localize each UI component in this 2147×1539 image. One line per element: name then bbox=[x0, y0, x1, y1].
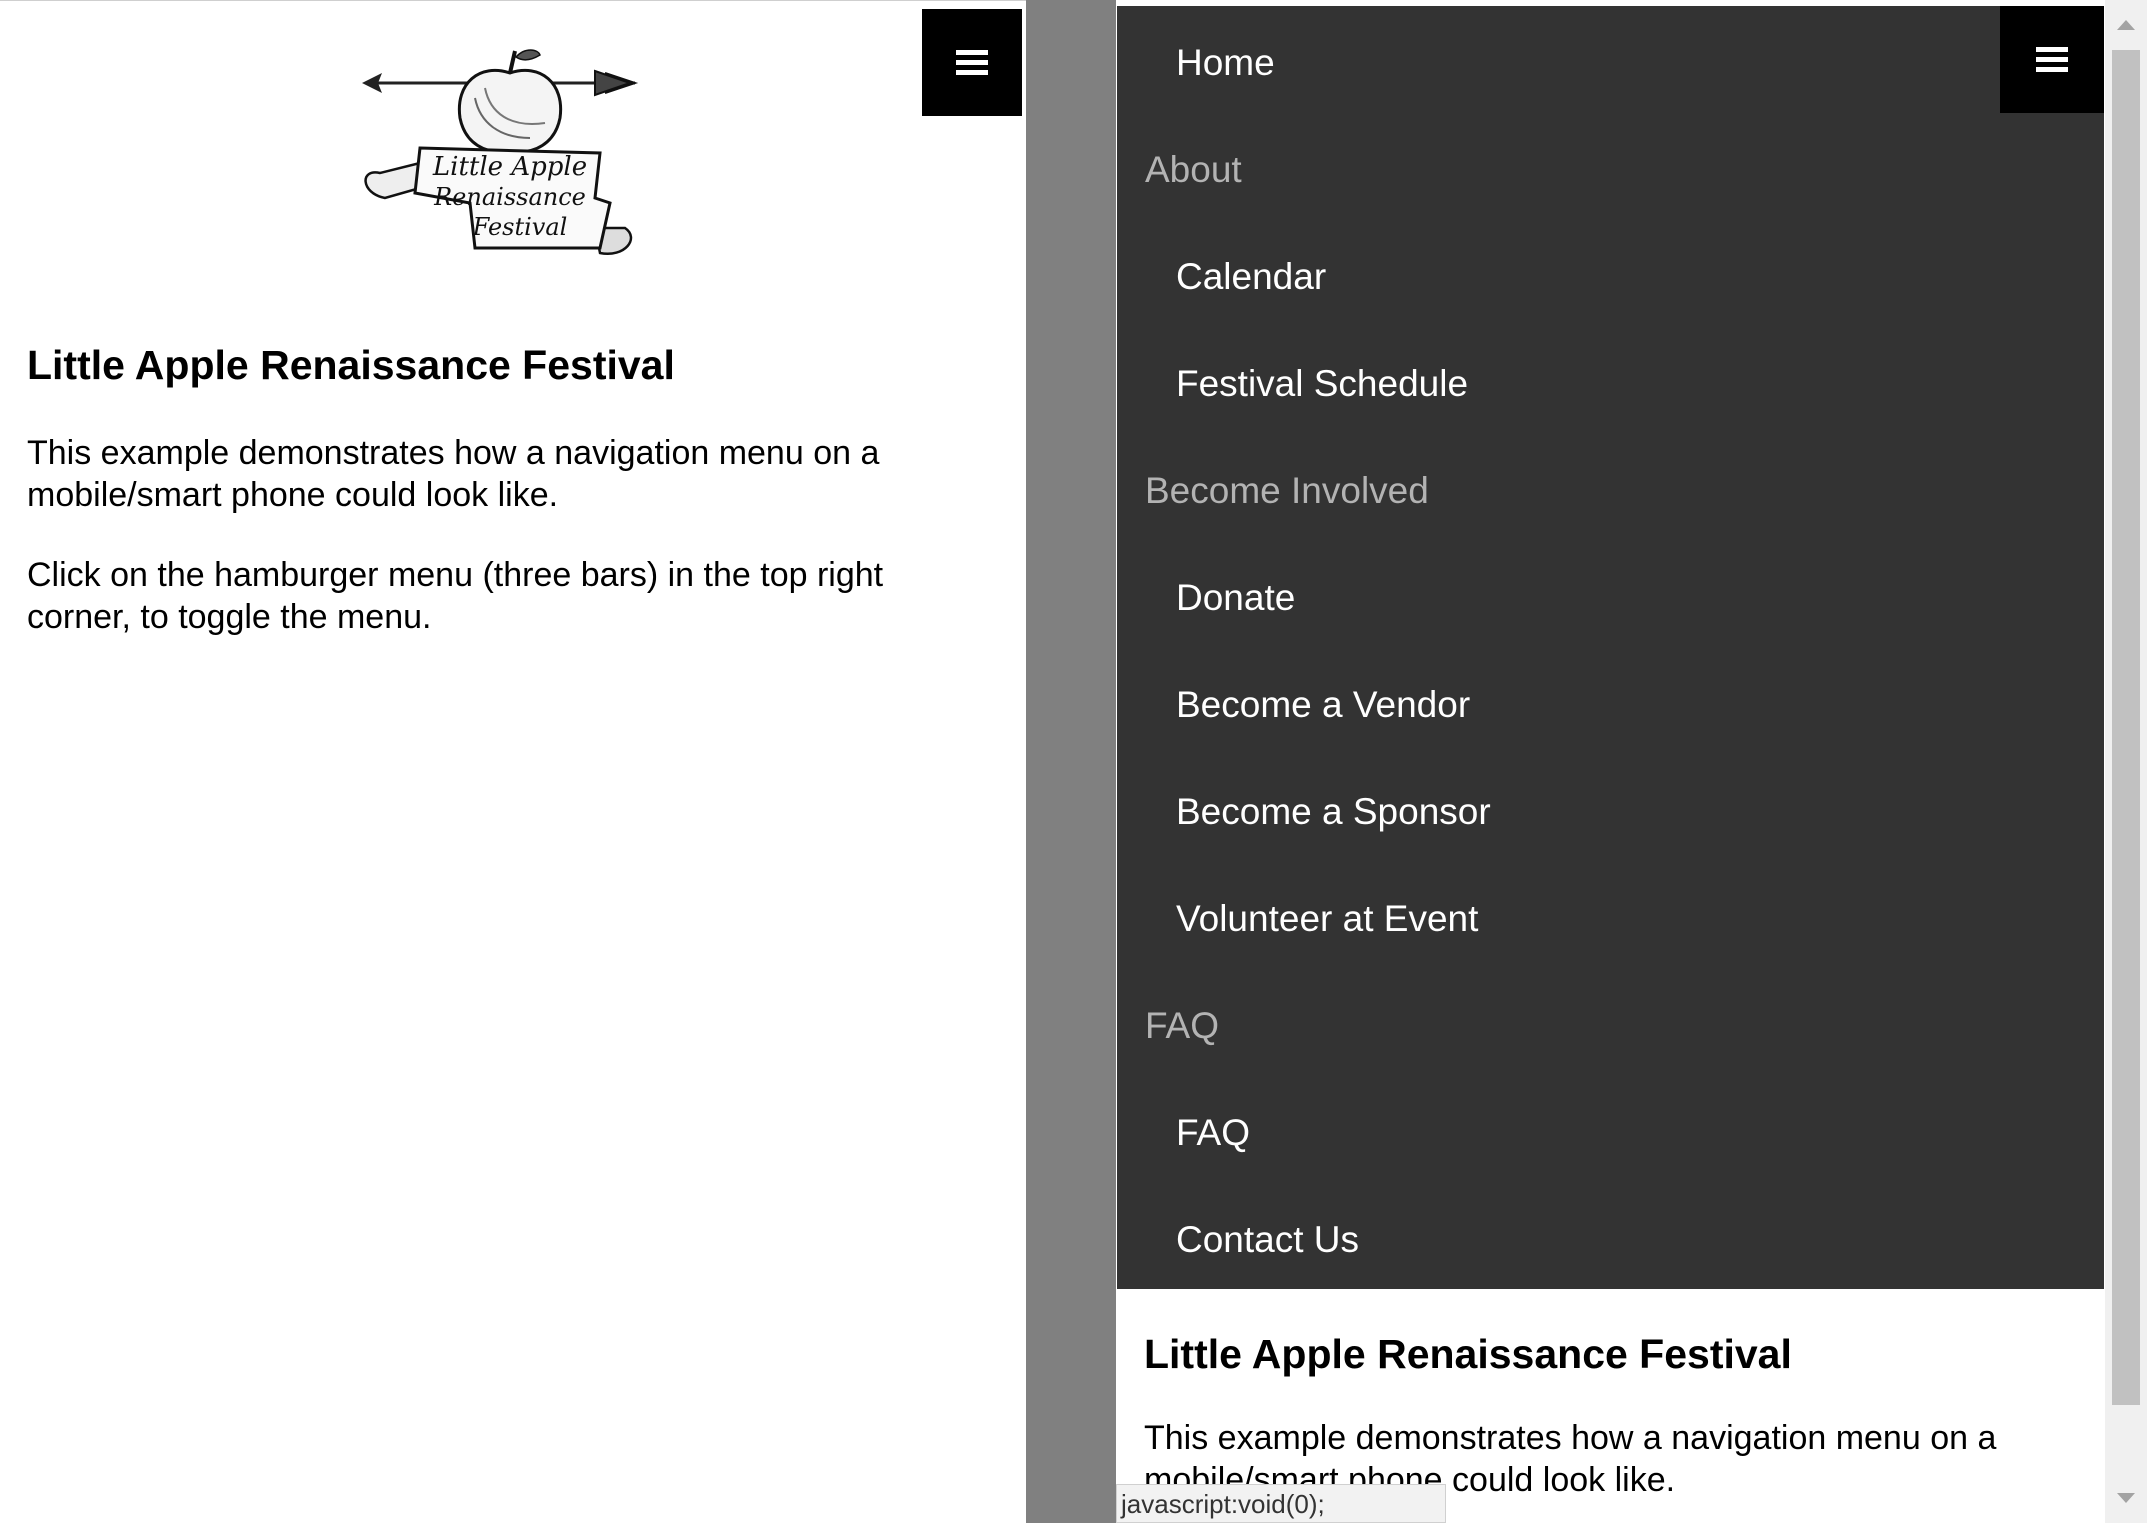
nav-link-home[interactable]: Home bbox=[1176, 44, 1275, 81]
scrollbar-thumb[interactable] bbox=[2112, 50, 2140, 1405]
festival-logo: Little Apple Renaissance Festival bbox=[362, 49, 639, 256]
nav-link-become-sponsor[interactable]: Become a Sponsor bbox=[1176, 793, 1491, 830]
intro-paragraph: This example demonstrates how a navigati… bbox=[27, 434, 880, 515]
hamburger-icon bbox=[956, 50, 988, 75]
vertical-scrollbar[interactable] bbox=[2105, 0, 2147, 1523]
logo-text-line2: Renaissance bbox=[433, 183, 586, 211]
nav-link-calendar[interactable]: Calendar bbox=[1176, 258, 1326, 295]
scroll-down-arrow-icon[interactable] bbox=[2105, 1473, 2147, 1523]
navigation-menu: Home About Calendar Festival Schedule Be… bbox=[1117, 6, 2104, 1289]
status-bar-url: javascript:void(0); bbox=[1116, 1484, 1446, 1523]
nav-link-become-vendor[interactable]: Become a Vendor bbox=[1176, 686, 1470, 723]
logo-text-line3: Festival bbox=[472, 213, 568, 241]
page-title: Little Apple Renaissance Festival bbox=[1144, 1331, 1792, 1377]
hamburger-icon bbox=[2036, 47, 2068, 72]
nav-link-volunteer[interactable]: Volunteer at Event bbox=[1176, 900, 1478, 937]
mobile-view-collapsed: Little Apple Renaissance Festival Little… bbox=[0, 0, 1026, 1523]
logo-text-line1: Little Apple bbox=[432, 152, 587, 182]
nav-section-about: About bbox=[1145, 149, 1242, 190]
hamburger-menu-button[interactable] bbox=[922, 9, 1022, 116]
mobile-view-expanded: Home About Calendar Festival Schedule Be… bbox=[1116, 0, 2147, 1523]
nav-link-donate[interactable]: Donate bbox=[1176, 579, 1295, 616]
nav-section-faq: FAQ bbox=[1145, 1005, 1220, 1046]
nav-link-faq[interactable]: FAQ bbox=[1176, 1114, 1250, 1151]
main-content: Little Apple Renaissance Festival This e… bbox=[27, 341, 987, 676]
nav-link-festival-schedule[interactable]: Festival Schedule bbox=[1176, 365, 1468, 402]
nav-link-contact[interactable]: Contact Us bbox=[1176, 1221, 1359, 1258]
nav-section-become-involved: Become Involved bbox=[1145, 470, 1429, 511]
page-title: Little Apple Renaissance Festival bbox=[27, 342, 675, 388]
divider-gutter bbox=[1026, 0, 1116, 1523]
hamburger-menu-button[interactable] bbox=[2000, 6, 2104, 113]
instruction-paragraph: Click on the hamburger menu (three bars)… bbox=[27, 556, 884, 637]
scroll-up-arrow-icon[interactable] bbox=[2105, 0, 2147, 50]
